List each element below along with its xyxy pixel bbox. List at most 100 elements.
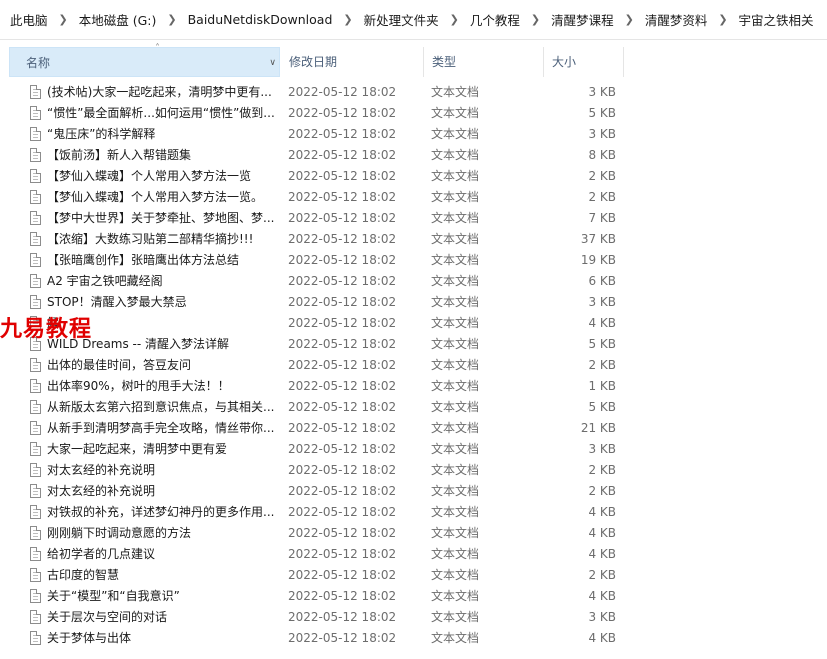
- breadcrumb: 此电脑 ❯ 本地磁盘 (G:) ❯ BaiduNetdiskDownload ❯…: [0, 0, 827, 40]
- file-date: 2022-05-12 18:02: [288, 610, 397, 624]
- file-type: 文本文档: [431, 568, 480, 582]
- file-type: 文本文档: [431, 526, 480, 540]
- text-file-icon: [30, 568, 41, 582]
- file-type: 文本文档: [431, 358, 480, 372]
- file-row[interactable]: 给初学者的几点建议 2022-05-12 18:02 文本文档 4 KB: [0, 544, 827, 565]
- file-type: 文本文档: [431, 232, 480, 246]
- column-header-date[interactable]: 修改日期: [281, 47, 424, 77]
- file-size: 4 KB: [588, 547, 616, 561]
- file-row[interactable]: 【饭前汤】新人入帮错题集 2022-05-12 18:02 文本文档 8 KB: [0, 145, 827, 166]
- text-file-icon: [30, 589, 41, 603]
- file-row[interactable]: 关于层次与空间的对话 2022-05-12 18:02 文本文档 3 KB: [0, 607, 827, 628]
- chevron-right-icon[interactable]: ❯: [616, 13, 643, 26]
- file-row[interactable]: 对太玄经的补充说明 2022-05-12 18:02 文本文档 2 KB: [0, 481, 827, 502]
- text-file-icon: [30, 379, 41, 393]
- file-size: 4 KB: [588, 589, 616, 603]
- file-row[interactable]: 【梦仙入蝶魂】个人常用入梦方法一览。 2022-05-12 18:02 文本文档 2 …: [0, 187, 827, 208]
- breadcrumb-item[interactable]: 此电脑: [8, 10, 50, 29]
- file-row[interactable]: 古印度的智慧 2022-05-12 18:02 文本文档 2 KB: [0, 565, 827, 586]
- chevron-right-icon[interactable]: ❯: [158, 13, 185, 26]
- file-size: 6 KB: [588, 274, 616, 288]
- file-size: 8 KB: [588, 148, 616, 162]
- file-row[interactable]: 关于梦体与出体 2022-05-12 18:02 文本文档 4 KB: [0, 628, 827, 649]
- column-header-type[interactable]: 类型: [424, 47, 544, 77]
- file-name: 【张暗鹰创作】张暗鹰出体方法总结: [47, 253, 240, 267]
- breadcrumb-item[interactable]: BaiduNetdiskDownload: [186, 12, 335, 27]
- text-file-icon: [30, 526, 41, 540]
- chevron-right-icon[interactable]: ❯: [50, 13, 77, 26]
- file-row[interactable]: 对太玄经的补充说明 2022-05-12 18:02 文本文档 2 KB: [0, 460, 827, 481]
- file-row[interactable]: 解 2022-05-12 18:02 文本文档 4 KB: [0, 313, 827, 334]
- file-date: 2022-05-12 18:02: [288, 484, 397, 498]
- file-name: 从新手到清明梦高手完全攻略，情丝带你...: [47, 421, 275, 435]
- file-name: 【梦仙入蝶魂】个人常用入梦方法一览: [47, 169, 252, 183]
- breadcrumb-item[interactable]: 几个教程: [468, 10, 522, 29]
- breadcrumb-item[interactable]: 本地磁盘 (G:): [77, 10, 159, 29]
- file-row[interactable]: 出体的最佳时间，答豆友问 2022-05-12 18:02 文本文档 2 KB: [0, 355, 827, 376]
- file-row[interactable]: 刚刚躺下时调动意愿的方法 2022-05-12 18:02 文本文档 4 KB: [0, 523, 827, 544]
- file-date: 2022-05-12 18:02: [288, 505, 397, 519]
- file-size: 5 KB: [588, 337, 616, 351]
- text-file-icon: [30, 274, 41, 288]
- file-size: 4 KB: [588, 505, 616, 519]
- file-row[interactable]: (技术帖)大家一起吃起来，清明梦中更有... 2022-05-12 18:02 文本…: [0, 82, 827, 103]
- file-date: 2022-05-12 18:02: [288, 421, 397, 435]
- file-date: 2022-05-12 18:02: [288, 169, 397, 183]
- file-size: 3 KB: [588, 295, 616, 309]
- file-row[interactable]: STOP！清醒入梦最大禁忌 2022-05-12 18:02 文本文档 3 KB: [0, 292, 827, 313]
- file-name: 对铁叔的补充，详述梦幻神丹的更多作用...: [47, 505, 275, 519]
- file-list: (技术帖)大家一起吃起来，清明梦中更有... 2022-05-12 18:02 文本…: [0, 82, 827, 649]
- file-type: 文本文档: [431, 610, 480, 624]
- breadcrumb-item[interactable]: 清醒梦课程: [549, 10, 616, 29]
- sort-ascending-icon: ˄: [155, 43, 160, 54]
- file-size: 3 KB: [588, 85, 616, 99]
- file-type: 文本文档: [431, 169, 480, 183]
- file-row[interactable]: “鬼压床”的科学解释 2022-05-12 18:02 文本文档 3 KB: [0, 124, 827, 145]
- file-row[interactable]: 对铁叔的补充，详述梦幻神丹的更多作用... 2022-05-12 18:02 文本文…: [0, 502, 827, 523]
- file-name: 大家一起吃起来，清明梦中更有爱: [47, 442, 228, 456]
- file-row[interactable]: 从新手到清明梦高手完全攻略，情丝带你... 2022-05-12 18:02 文本文…: [0, 418, 827, 439]
- file-type: 文本文档: [431, 463, 480, 477]
- chevron-right-icon[interactable]: ❯: [441, 13, 468, 26]
- breadcrumb-item[interactable]: 清醒梦资料: [643, 10, 710, 29]
- file-row[interactable]: 出体率90%，树叶的甩手大法！！ 2022-05-12 18:02 文本文档 1 KB: [0, 376, 827, 397]
- text-file-icon: [30, 232, 41, 246]
- chevron-down-icon[interactable]: ∨: [269, 48, 276, 78]
- file-row[interactable]: 【张暗鹰创作】张暗鹰出体方法总结 2022-05-12 18:02 文本文档 19 K…: [0, 250, 827, 271]
- file-date: 2022-05-12 18:02: [288, 631, 397, 645]
- text-file-icon: [30, 463, 41, 477]
- file-name: 【饭前汤】新人入帮错题集: [47, 148, 192, 162]
- file-type: 文本文档: [431, 631, 480, 645]
- breadcrumb-item-current[interactable]: 宇宙之铁相关: [737, 10, 816, 29]
- file-row[interactable]: 关于“模型”和“自我意识” 2022-05-12 18:02 文本文档 4 KB: [0, 586, 827, 607]
- file-row[interactable]: 【梦中大世界】关于梦牵扯、梦地图、梦... 2022-05-12 18:02 文本文…: [0, 208, 827, 229]
- file-row[interactable]: 大家一起吃起来，清明梦中更有爱 2022-05-12 18:02 文本文档 3 KB: [0, 439, 827, 460]
- file-row[interactable]: WILD Dreams -- 清醒入梦法详解 2022-05-12 18:02 文本…: [0, 334, 827, 355]
- file-row[interactable]: 【梦仙入蝶魂】个人常用入梦方法一览 2022-05-12 18:02 文本文档 2 K…: [0, 166, 827, 187]
- column-header-name[interactable]: ˄ 名称 ∨: [9, 43, 280, 78]
- chevron-right-icon[interactable]: ❯: [709, 13, 736, 26]
- file-name: 关于层次与空间的对话: [47, 610, 168, 624]
- file-size: 5 KB: [588, 400, 616, 414]
- file-type: 文本文档: [431, 421, 480, 435]
- text-file-icon: [30, 85, 41, 99]
- file-type: 文本文档: [431, 400, 480, 414]
- chevron-right-icon[interactable]: ❯: [522, 13, 549, 26]
- text-file-icon: [30, 505, 41, 519]
- file-row[interactable]: 【浓缩】大数练习贴第二部精华摘抄!!! 2022-05-12 18:02 文本文档 3…: [0, 229, 827, 250]
- file-row[interactable]: 从新版太玄第六招到意识焦点，与其相关... 2022-05-12 18:02 文本文…: [0, 397, 827, 418]
- chevron-right-icon[interactable]: ❯: [334, 13, 361, 26]
- file-date: 2022-05-12 18:02: [288, 190, 397, 204]
- text-file-icon: [30, 442, 41, 456]
- file-size: 4 KB: [588, 526, 616, 540]
- file-type: 文本文档: [431, 379, 480, 393]
- breadcrumb-item[interactable]: 新处理文件夹: [362, 10, 441, 29]
- file-size: 4 KB: [588, 316, 616, 330]
- file-row[interactable]: “惯性”最全面解析...如何运用“惯性”做到... 2022-05-12 18:0…: [0, 103, 827, 124]
- file-name: 刚刚躺下时调动意愿的方法: [47, 526, 192, 540]
- file-row[interactable]: A2 宇宙之铁吧藏经阁 2022-05-12 18:02 文本文档 6 KB: [0, 271, 827, 292]
- column-header-size[interactable]: 大小: [544, 47, 624, 77]
- file-name: (技术帖)大家一起吃起来，清明梦中更有...: [47, 85, 272, 99]
- file-type: 文本文档: [431, 253, 480, 267]
- file-type: 文本文档: [431, 484, 480, 498]
